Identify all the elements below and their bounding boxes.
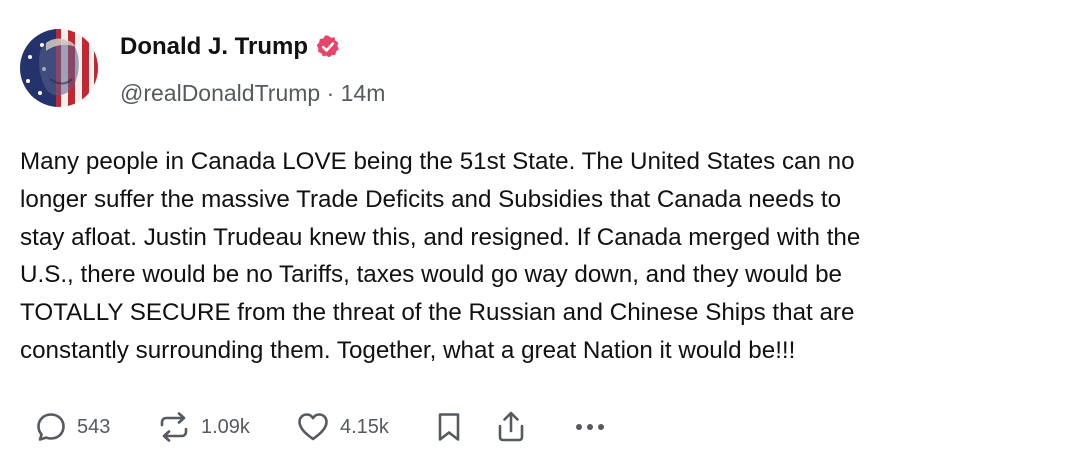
share-icon xyxy=(494,409,528,445)
avatar[interactable] xyxy=(20,29,98,107)
repost-count: 1.09k xyxy=(201,415,250,438)
repost-button[interactable]: 1.09k xyxy=(156,402,250,452)
like-button[interactable]: 4.15k xyxy=(295,402,389,452)
bookmark-button[interactable] xyxy=(434,402,464,452)
author-name-text: Donald J. Trump xyxy=(120,33,309,60)
reply-count: 543 xyxy=(77,415,111,438)
like-count: 4.15k xyxy=(340,415,389,438)
verified-badge-icon xyxy=(315,34,341,60)
avatar-image xyxy=(20,29,98,107)
post-timestamp[interactable]: 14m xyxy=(341,80,386,106)
share-button[interactable] xyxy=(494,402,528,452)
author-handle[interactable]: @realDonaldTrump xyxy=(120,80,320,106)
bookmark-icon xyxy=(434,410,464,444)
author-meta: @realDonaldTrump · 14m xyxy=(120,80,385,107)
more-options-button[interactable] xyxy=(570,402,610,452)
post-body-text: Many people in Canada LOVE being the 51s… xyxy=(20,148,861,364)
reply-icon xyxy=(34,410,68,444)
reply-button[interactable]: 543 xyxy=(34,402,110,452)
time-separator: · xyxy=(326,80,335,106)
more-icon xyxy=(570,417,610,437)
action-bar: 543 1.09k 4.15k xyxy=(0,402,1080,452)
repost-icon xyxy=(156,410,192,444)
author-display-name[interactable]: Donald J. Trump xyxy=(120,33,341,61)
post: Donald J. Trump @realDonaldTrump · 14m M… xyxy=(0,0,1080,467)
heart-icon xyxy=(295,410,331,444)
